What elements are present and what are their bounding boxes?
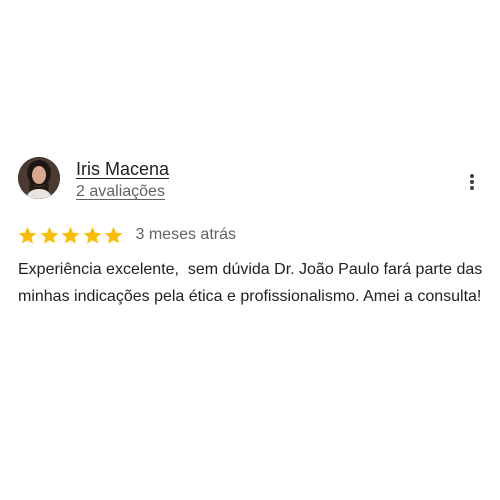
star-icon <box>104 226 123 243</box>
review-text: Experiência excelente, sem dúvida Dr. Jo… <box>18 261 487 305</box>
rating-row: 3 meses atrás <box>17 224 236 246</box>
review-date: 3 meses atrás <box>135 226 236 243</box>
more-vert-icon-dot <box>470 180 474 184</box>
more-vert-icon-dot <box>470 186 474 190</box>
star-icon <box>18 226 37 243</box>
user-photo-icon <box>18 157 60 199</box>
reviewer-name-link[interactable]: Iris Macena <box>76 158 169 180</box>
more-vert-icon <box>470 174 474 178</box>
review-card: Iris Macena 2 avaliações 3 meses atrás E… <box>0 0 500 500</box>
star-icon <box>61 226 80 243</box>
star-icon <box>83 226 101 243</box>
star-icon <box>40 226 58 243</box>
reviewer-review-count-link[interactable]: 2 avaliações <box>76 182 165 202</box>
star-rating <box>17 225 125 246</box>
reviewer-avatar[interactable] <box>18 157 60 199</box>
more-options-button[interactable] <box>462 170 482 194</box>
